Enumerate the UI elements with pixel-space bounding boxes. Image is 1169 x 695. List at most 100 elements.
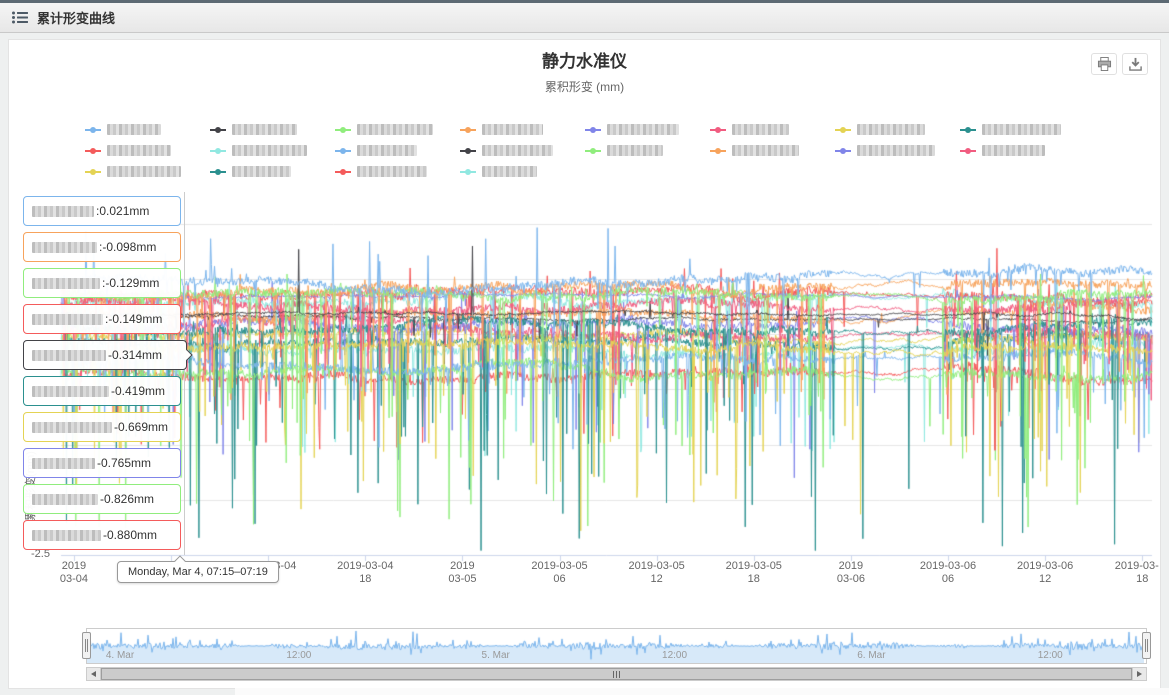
legend-item[interactable] [710, 119, 835, 140]
app-header: 累计形变曲线 [0, 3, 1169, 33]
tooltip-split-box: :0.021mm [23, 196, 181, 226]
tooltip-split-box: -0.765mm [23, 448, 181, 478]
tooltip-value: -0.419mm [111, 384, 165, 398]
legend-item[interactable] [710, 140, 835, 161]
tooltip-value: :-0.098mm [99, 240, 156, 254]
legend-label-redacted [107, 166, 181, 177]
legend-label-redacted [107, 145, 171, 156]
legend-label-redacted [732, 145, 799, 156]
export-chart-button[interactable] [1122, 53, 1148, 75]
navigator-axis-label: 4. Mar [106, 650, 134, 661]
tooltip-value: :-0.149mm [105, 312, 162, 326]
legend-label-redacted [857, 124, 925, 135]
legend-item[interactable] [960, 119, 1085, 140]
legend-line-marker-icon [585, 129, 601, 131]
tooltip-series-name-redacted [32, 458, 95, 469]
print-chart-button[interactable] [1091, 53, 1117, 75]
legend-item[interactable] [335, 140, 460, 161]
left-arrow-icon [91, 671, 96, 677]
navigator-left-handle[interactable] [82, 632, 91, 659]
partial-bottom-panel [235, 688, 1169, 695]
legend-line-marker-icon [585, 150, 601, 152]
legend-line-marker-icon [835, 150, 851, 152]
scrollbar-right-button[interactable] [1132, 668, 1146, 680]
tooltip-split-box: -0.419mm [23, 376, 181, 406]
legend-line-marker-icon [210, 171, 226, 173]
legend-item[interactable] [210, 140, 335, 161]
tooltip-series-name-redacted [32, 206, 94, 217]
legend-line-marker-icon [335, 171, 351, 173]
chart-subtitle: 累积形变 (mm) [9, 80, 1160, 95]
plot-area: 累积形变(mm) :0.021mm:-0.098mm:-0.129mm:-0.1… [9, 188, 1160, 588]
scrollbar-thumb[interactable] [101, 668, 1132, 680]
tooltip-value: -0.314mm [108, 348, 162, 362]
legend-item[interactable] [460, 161, 585, 182]
navigator-axis-label: 12:00 [662, 650, 687, 661]
legend-label-redacted [732, 124, 789, 135]
tooltip-header: Monday, Mar 4, 07:15–07:19 [117, 561, 279, 583]
tooltip-value: -0.880mm [103, 528, 157, 542]
legend-item[interactable] [210, 161, 335, 182]
legend-line-marker-icon [710, 150, 726, 152]
legend-label-redacted [857, 145, 935, 156]
legend-line-marker-icon [835, 129, 851, 131]
legend-label-redacted [607, 145, 663, 156]
tooltip-split-box: :-0.098mm [23, 232, 181, 262]
x-axis-label: 2019-03-0612 [1017, 560, 1073, 586]
legend-item[interactable] [585, 119, 710, 140]
page-title: 累计形变曲线 [37, 8, 115, 27]
legend-line-marker-icon [710, 129, 726, 131]
legend-item[interactable] [85, 119, 210, 140]
chart-export-buttons [1091, 53, 1148, 75]
legend-item[interactable] [835, 140, 960, 161]
chart-panel: 静力水准仪 累积形变 (mm) 累积形变(mm) :0.021mm:-0.098… [8, 39, 1161, 689]
tooltip-split-box: -0.314mm [23, 340, 187, 370]
tooltip-series-name-redacted [32, 242, 97, 253]
legend-line-marker-icon [85, 129, 101, 131]
navigator-right-handle[interactable] [1142, 632, 1151, 659]
printer-icon [1097, 57, 1112, 71]
legend-item[interactable] [460, 140, 585, 161]
legend-item[interactable] [335, 119, 460, 140]
legend-item[interactable] [585, 140, 710, 161]
x-axis-label: 2019-03-0418 [337, 560, 393, 586]
horizontal-scrollbar[interactable] [86, 667, 1147, 681]
chart-title: 静力水准仪 [9, 50, 1160, 74]
chart-legend [85, 119, 1085, 182]
navigator-axis-label: 5. Mar [482, 650, 510, 661]
range-navigator[interactable]: 4. Mar12:005. Mar12:006. Mar12:00 [86, 628, 1147, 664]
legend-line-marker-icon [460, 129, 476, 131]
legend-line-marker-icon [960, 150, 976, 152]
legend-label-redacted [607, 124, 679, 135]
legend-line-marker-icon [85, 171, 101, 173]
navigator-canvas [87, 629, 1144, 663]
legend-label-redacted [232, 145, 307, 156]
legend-label-redacted [232, 124, 297, 135]
tooltip-series-name-redacted [32, 422, 112, 433]
legend-line-marker-icon [210, 150, 226, 152]
legend-line-marker-icon [460, 150, 476, 152]
legend-item[interactable] [85, 140, 210, 161]
tooltip-split-box: :-0.149mm [23, 304, 181, 334]
legend-label-redacted [357, 124, 433, 135]
legend-line-marker-icon [335, 129, 351, 131]
list-menu-icon[interactable] [12, 11, 28, 24]
legend-label-redacted [232, 166, 291, 177]
tooltip-header-text: Monday, Mar 4, 07:15–07:19 [128, 566, 268, 578]
legend-item[interactable] [85, 161, 210, 182]
legend-label-redacted [107, 124, 161, 135]
legend-label-redacted [482, 166, 537, 177]
legend-line-marker-icon [210, 129, 226, 131]
legend-item[interactable] [335, 161, 460, 182]
legend-item[interactable] [835, 119, 960, 140]
legend-item[interactable] [460, 119, 585, 140]
legend-item[interactable] [210, 119, 335, 140]
legend-label-redacted [982, 124, 1061, 135]
x-axis-label: 201903-04 [60, 560, 88, 586]
scrollbar-left-button[interactable] [87, 668, 101, 680]
legend-item[interactable] [960, 140, 1085, 161]
x-axis-label: 201903-06 [837, 560, 865, 586]
tooltip-value: -0.826mm [100, 492, 154, 506]
tooltip-split-box: -0.826mm [23, 484, 181, 514]
navigator-axis-label: 12:00 [1038, 650, 1063, 661]
